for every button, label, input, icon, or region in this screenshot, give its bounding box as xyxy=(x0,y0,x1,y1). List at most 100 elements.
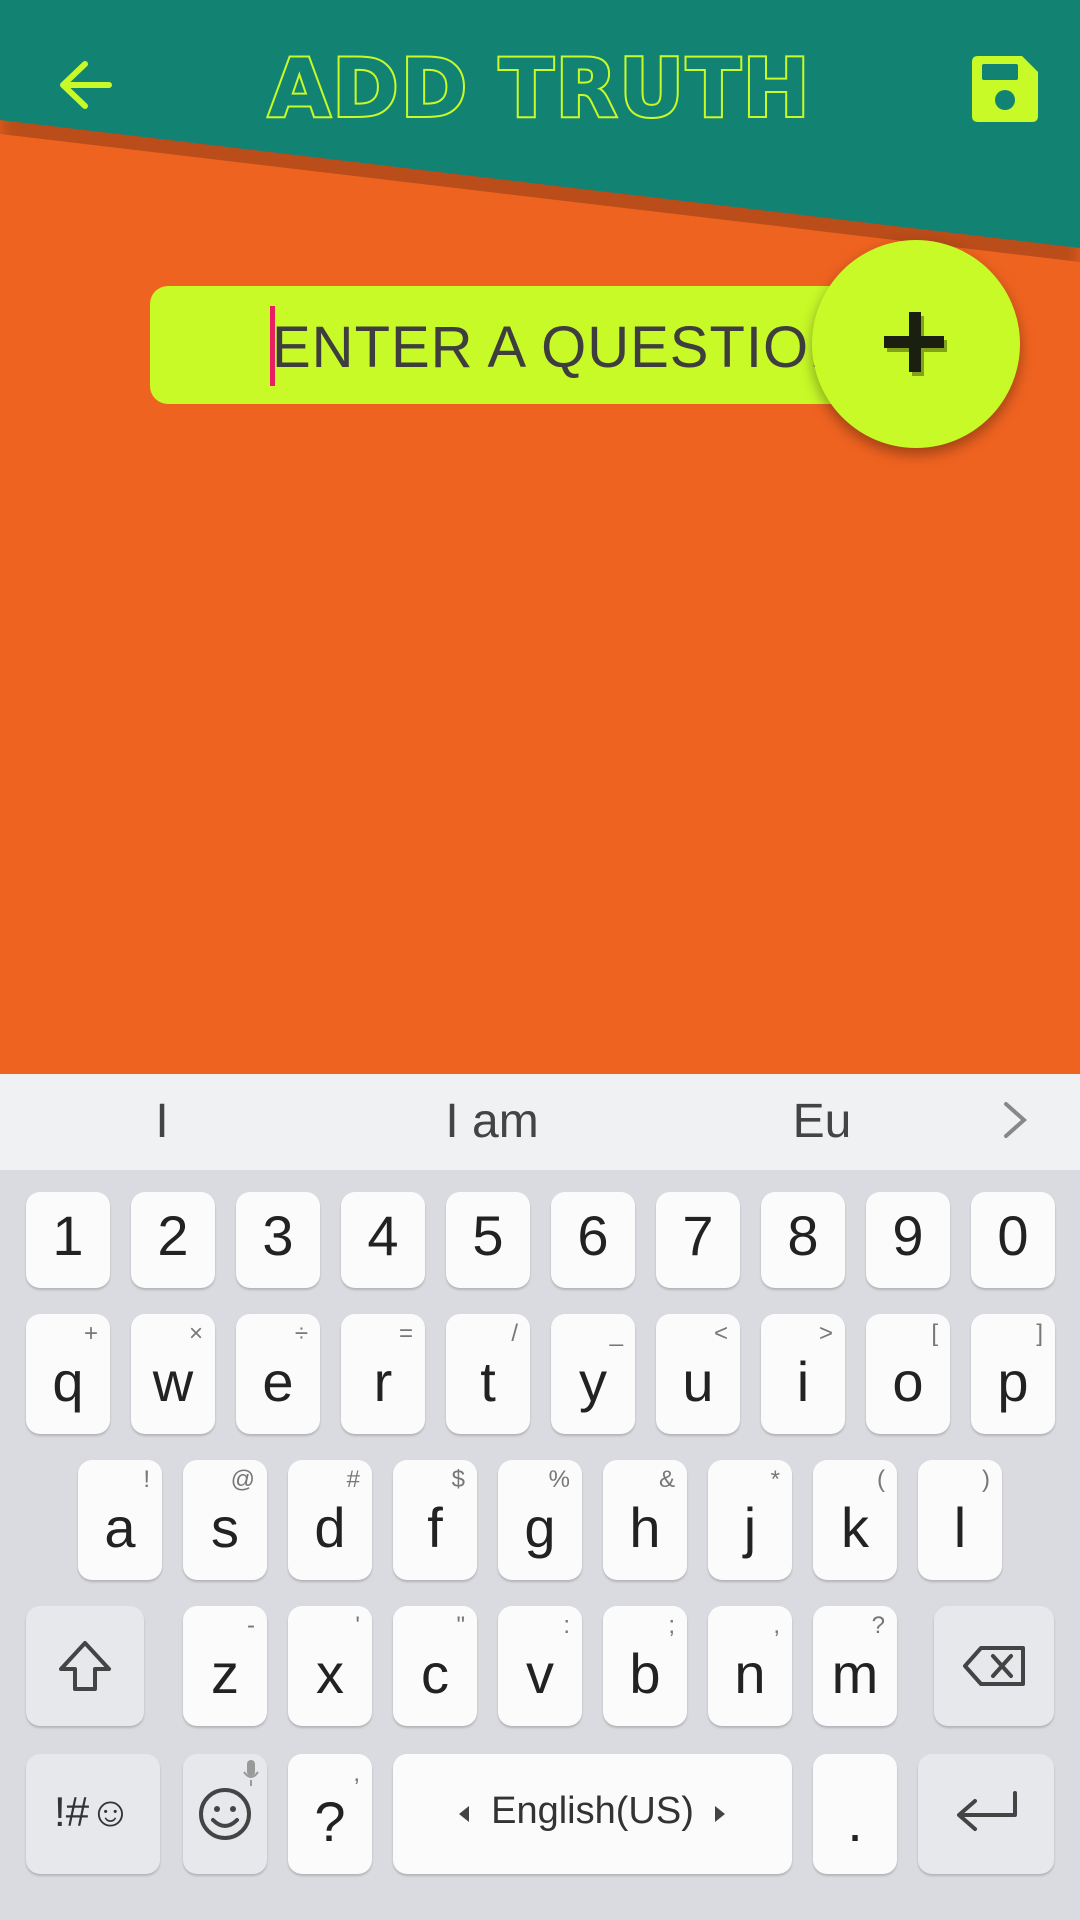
key-label: 9 xyxy=(892,1204,924,1267)
backspace-icon xyxy=(963,1646,1025,1686)
emoji-icon xyxy=(199,1788,251,1840)
backspace-key[interactable] xyxy=(934,1606,1054,1726)
key-1[interactable]: 1 xyxy=(26,1192,110,1288)
key-r[interactable]: = r xyxy=(341,1314,425,1434)
key-label: n xyxy=(734,1642,766,1705)
question-input[interactable]: ENTER A QUESTION xyxy=(150,286,851,404)
key-0[interactable]: 0 xyxy=(971,1192,1055,1288)
key-hint: " xyxy=(456,1612,465,1639)
key-y[interactable]: _ y xyxy=(551,1314,635,1434)
key-label: 2 xyxy=(157,1204,189,1267)
key-k[interactable]: (k xyxy=(813,1460,897,1580)
key-hint: % xyxy=(548,1466,570,1493)
enter-key[interactable] xyxy=(918,1754,1054,1874)
key-label: b xyxy=(629,1642,661,1705)
suggestion-more-button[interactable] xyxy=(1000,1100,1030,1145)
soft-keyboard: I I am Eu 1 2 3 4 5 6 7 8 9 0 + q × w ÷ e = r / t _ y < u > i[o] p… xyxy=(0,1074,1080,1920)
key-z[interactable]: -z xyxy=(183,1606,267,1726)
key-hint: ? xyxy=(871,1612,885,1639)
key-hint: × xyxy=(188,1320,203,1347)
suggestion-bar: I I am Eu xyxy=(0,1074,1080,1170)
key-label: j xyxy=(743,1496,757,1559)
key-label: c xyxy=(421,1642,449,1705)
save-button[interactable] xyxy=(968,52,1042,126)
key-t[interactable]: / t xyxy=(446,1314,530,1434)
key-label: f xyxy=(427,1496,443,1559)
key-e[interactable]: ÷ e xyxy=(236,1314,320,1434)
key-label: 6 xyxy=(577,1204,609,1267)
key-label: ? xyxy=(314,1790,346,1853)
key-w[interactable]: × w xyxy=(131,1314,215,1434)
key-label: 1 xyxy=(52,1204,84,1267)
key-u[interactable]: < u xyxy=(656,1314,740,1434)
plus-icon xyxy=(884,312,947,376)
key-hint: < xyxy=(713,1320,728,1347)
emoji-key[interactable] xyxy=(183,1754,267,1874)
add-question-button[interactable] xyxy=(812,240,1020,448)
key-2[interactable]: 2 xyxy=(131,1192,215,1288)
key-7[interactable]: 7 xyxy=(656,1192,740,1288)
key-label: m xyxy=(831,1642,879,1705)
key-label: a xyxy=(104,1496,136,1559)
space-key[interactable]: English(US) xyxy=(393,1754,792,1874)
key-hint: & xyxy=(658,1466,675,1493)
suggestion-item[interactable]: I am xyxy=(445,1094,538,1149)
suggestion-item[interactable]: I xyxy=(155,1094,168,1149)
key-hint: > xyxy=(818,1320,833,1347)
key-o[interactable]: [o xyxy=(866,1314,950,1434)
key-hint: ! xyxy=(143,1466,150,1493)
key-label: q xyxy=(52,1350,84,1413)
key-g[interactable]: % g xyxy=(498,1460,582,1580)
suggestion-item[interactable]: Eu xyxy=(793,1094,852,1149)
key-hint: ÷ xyxy=(294,1320,308,1347)
key-hint: , xyxy=(773,1612,780,1639)
key-j[interactable]: * j xyxy=(708,1460,792,1580)
key-label: k xyxy=(841,1496,869,1559)
key-q[interactable]: + q xyxy=(26,1314,110,1434)
key-label: d xyxy=(314,1496,346,1559)
key-hint: ; xyxy=(668,1612,675,1639)
key-label: w xyxy=(152,1350,194,1413)
key-label: 8 xyxy=(787,1204,819,1267)
key-label: l xyxy=(953,1496,967,1559)
key-4[interactable]: 4 xyxy=(341,1192,425,1288)
key-label: p xyxy=(997,1350,1029,1413)
key-label: x xyxy=(316,1642,344,1705)
key-hint: : xyxy=(563,1612,570,1639)
enter-icon xyxy=(957,1791,1017,1831)
question-mark-key[interactable]: , ? xyxy=(288,1754,372,1874)
key-8[interactable]: 8 xyxy=(761,1192,845,1288)
key-x[interactable]: ' x xyxy=(288,1606,372,1726)
key-label: 3 xyxy=(262,1204,294,1267)
key-m[interactable]: ? m xyxy=(813,1606,897,1726)
page-title: ADD TRUTH xyxy=(266,40,812,137)
key-i[interactable]: > i xyxy=(761,1314,845,1434)
key-label: e xyxy=(262,1350,294,1413)
microphone-icon xyxy=(243,1760,259,1786)
key-p[interactable]: ] p xyxy=(971,1314,1055,1434)
key-hint: + xyxy=(83,1320,98,1347)
key-l[interactable]: ) l xyxy=(918,1460,1002,1580)
key-label: v xyxy=(526,1642,554,1705)
period-key[interactable]: . xyxy=(813,1754,897,1874)
key-hint: , xyxy=(353,1760,360,1787)
key-3[interactable]: 3 xyxy=(236,1192,320,1288)
key-a[interactable]: ! a xyxy=(78,1460,162,1580)
key-c[interactable]: " c xyxy=(393,1606,477,1726)
key-hint: $ xyxy=(451,1466,465,1493)
key-d[interactable]: # d xyxy=(288,1460,372,1580)
key-5[interactable]: 5 xyxy=(446,1192,530,1288)
key-hint: * xyxy=(770,1466,780,1493)
key-6[interactable]: 6 xyxy=(551,1192,635,1288)
key-s[interactable]: @ s xyxy=(183,1460,267,1580)
key-h[interactable]: & h xyxy=(603,1460,687,1580)
key-n[interactable]: ,n xyxy=(708,1606,792,1726)
key-label: r xyxy=(373,1350,393,1413)
key-b[interactable]: ; b xyxy=(603,1606,687,1726)
shift-key[interactable] xyxy=(26,1606,144,1726)
key-9[interactable]: 9 xyxy=(866,1192,950,1288)
key-v[interactable]: :v xyxy=(498,1606,582,1726)
key-f[interactable]: $ f xyxy=(393,1460,477,1580)
symbols-key[interactable]: !#☺ xyxy=(26,1754,160,1874)
floppy-disk-icon xyxy=(972,56,1038,122)
